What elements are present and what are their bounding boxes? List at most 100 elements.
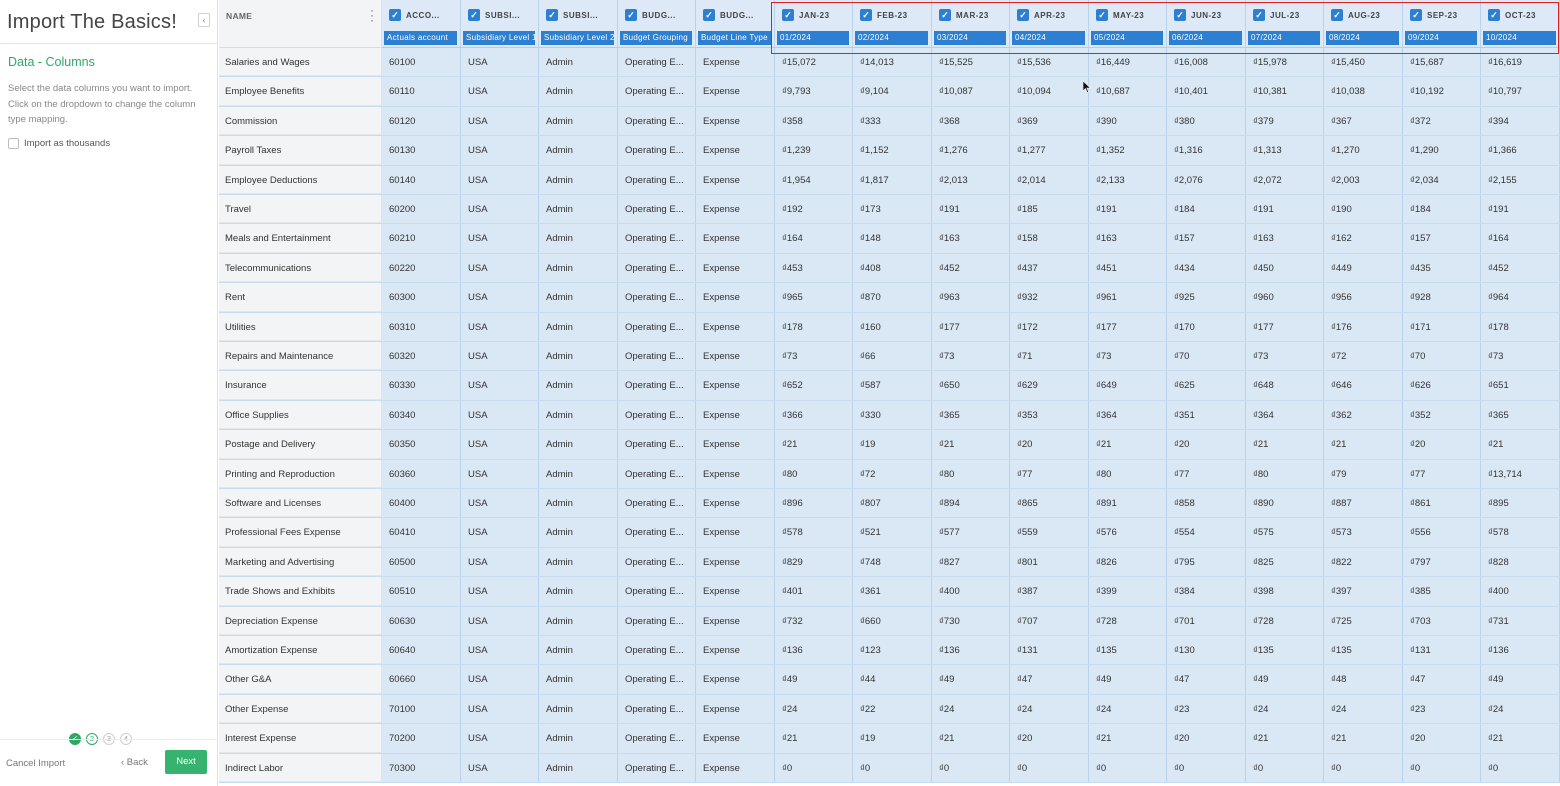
column-header-5[interactable]: ✓ BUDG... Budget Line Type: [696, 0, 775, 48]
column-mapping-select[interactable]: Budget Grouping: [620, 31, 692, 45]
column-header-8[interactable]: ✓ MAR-23 03/2024: [932, 0, 1010, 48]
table-cell: 70300: [382, 753, 461, 782]
table-cell: ₫192: [775, 195, 853, 224]
column-checkbox-icon[interactable]: ✓: [860, 9, 872, 21]
table-cell: ₫366: [775, 400, 853, 430]
column-mapping-select[interactable]: 01/2024: [777, 31, 849, 45]
table-cell: ₫164: [775, 224, 853, 253]
column-header-7[interactable]: ✓ FEB-23 02/2024: [853, 0, 932, 48]
table-row: Repairs and Maintenance 60320 USA Admin Oper…: [219, 342, 1560, 372]
next-button[interactable]: Next: [165, 750, 207, 774]
table-row: Trade Shows and Exhibits 60510 USA Admin Ope…: [219, 577, 1560, 607]
column-mapping-select[interactable]: Budget Line Type: [698, 31, 771, 45]
table-cell: ₫449: [1324, 253, 1403, 283]
column-checkbox-icon[interactable]: ✓: [546, 9, 558, 21]
name-column-header[interactable]: NAME · · ·: [219, 0, 382, 48]
column-checkbox-icon[interactable]: ✓: [1488, 9, 1500, 21]
column-checkbox-icon[interactable]: ✓: [703, 9, 715, 21]
table-cell: ₫330: [853, 400, 932, 430]
column-menu-icon[interactable]: · · ·: [369, 4, 375, 26]
column-label: ACCO...: [406, 11, 440, 20]
column-header-12[interactable]: ✓ JUL-23 07/2024: [1246, 0, 1324, 48]
table-cell: USA: [461, 253, 539, 283]
row-name-cell: Meals and Entertainment: [219, 224, 382, 253]
table-cell: ₫453: [775, 253, 853, 283]
table-cell: 60640: [382, 636, 461, 665]
column-header-11[interactable]: ✓ JUN-23 06/2024: [1167, 0, 1246, 48]
checkbox-icon[interactable]: [8, 138, 19, 149]
table-cell: 60340: [382, 400, 461, 430]
table-cell: ₫21: [775, 430, 853, 459]
column-mapping-select[interactable]: 02/2024: [855, 31, 928, 45]
table-cell: ₫13,714: [1481, 459, 1560, 488]
column-checkbox-icon[interactable]: ✓: [1331, 9, 1343, 21]
column-mapping-select[interactable]: Actuals account: [384, 31, 457, 45]
table-cell: ₫158: [1010, 224, 1089, 253]
table-cell: ₫2,076: [1167, 165, 1246, 194]
column-mapping-select[interactable]: 05/2024: [1091, 31, 1163, 45]
row-name-cell: Insurance: [219, 371, 382, 400]
back-button[interactable]: ‹ Back: [121, 757, 148, 768]
column-header-3[interactable]: ✓ SUBSI... Subsidiary Level 2: [539, 0, 618, 48]
column-mapping-select[interactable]: 07/2024: [1248, 31, 1320, 45]
column-header-13[interactable]: ✓ AUG-23 08/2024: [1324, 0, 1403, 48]
column-mapping-select[interactable]: 09/2024: [1405, 31, 1477, 45]
column-checkbox-icon[interactable]: ✓: [1174, 9, 1186, 21]
column-header-4[interactable]: ✓ BUDG... Budget Grouping: [618, 0, 696, 48]
table-row: Telecommunications 60220 USA Admin Operating…: [219, 253, 1560, 284]
table-cell: ₫10,381: [1246, 77, 1324, 106]
column-checkbox-icon[interactable]: ✓: [1253, 9, 1265, 21]
table-cell: Admin: [539, 547, 618, 577]
table-cell: ₫173: [853, 195, 932, 224]
table-cell: ₫801: [1010, 547, 1089, 577]
table-cell: Operating E...: [618, 283, 696, 312]
column-header-6[interactable]: ✓ JAN-23 01/2024: [775, 0, 853, 48]
table-cell: ₫171: [1403, 312, 1481, 341]
table-cell: USA: [461, 724, 539, 753]
column-checkbox-icon[interactable]: ✓: [939, 9, 951, 21]
column-label: APR-23: [1034, 11, 1066, 20]
table-cell: ₫858: [1167, 489, 1246, 518]
column-header-9[interactable]: ✓ APR-23 04/2024: [1010, 0, 1089, 48]
column-checkbox-icon[interactable]: ✓: [1096, 9, 1108, 21]
table-cell: Expense: [696, 48, 775, 77]
table-cell: ₫372: [1403, 106, 1481, 136]
table-cell: USA: [461, 136, 539, 165]
column-header-15[interactable]: ✓ OCT-23 10/2024: [1481, 0, 1560, 48]
column-mapping-select[interactable]: 06/2024: [1169, 31, 1242, 45]
column-mapping-select[interactable]: 04/2024: [1012, 31, 1085, 45]
column-header-2[interactable]: ✓ SUBSI... Subsidiary Level 1: [461, 0, 539, 48]
column-checkbox-icon[interactable]: ✓: [1017, 9, 1029, 21]
table-cell: ₫80: [1246, 459, 1324, 488]
column-checkbox-icon[interactable]: ✓: [625, 9, 637, 21]
table-cell: ₫72: [853, 459, 932, 488]
column-checkbox-icon[interactable]: ✓: [468, 9, 480, 21]
column-mapping-select[interactable]: Subsidiary Level 2: [541, 31, 614, 45]
column-header-14[interactable]: ✓ SEP-23 09/2024: [1403, 0, 1481, 48]
column-checkbox-icon[interactable]: ✓: [1410, 9, 1422, 21]
table-row: Salaries and Wages 60100 USA Admin Operating…: [219, 48, 1560, 78]
column-header-10[interactable]: ✓ MAY-23 05/2024: [1089, 0, 1167, 48]
table-cell: Admin: [539, 459, 618, 488]
import-thousands-checkbox[interactable]: Import as thousands: [8, 138, 110, 149]
cancel-import-button[interactable]: Cancel Import: [6, 758, 65, 769]
column-header-1[interactable]: ✓ ACCO... Actuals account: [382, 0, 461, 48]
table-cell: ₫829: [775, 547, 853, 577]
row-name-cell: Travel: [219, 195, 382, 224]
column-mapping-select[interactable]: 08/2024: [1326, 31, 1399, 45]
column-checkbox-icon[interactable]: ✓: [389, 9, 401, 21]
table-cell: USA: [461, 459, 539, 488]
row-name-cell: Interest Expense: [219, 724, 382, 753]
column-mapping-select[interactable]: 03/2024: [934, 31, 1006, 45]
table-cell: ₫822: [1324, 547, 1403, 577]
column-label: SUBSI...: [563, 11, 599, 20]
table-cell: ₫162: [1324, 224, 1403, 253]
table-cell: ₫47: [1010, 665, 1089, 694]
table-cell: Expense: [696, 165, 775, 194]
column-checkbox-icon[interactable]: ✓: [782, 9, 794, 21]
column-mapping-select[interactable]: 10/2024: [1483, 31, 1556, 45]
column-mapping-select[interactable]: Subsidiary Level 1: [463, 31, 535, 45]
table-cell: 60400: [382, 489, 461, 518]
collapse-sidebar-button[interactable]: ‹: [198, 13, 210, 27]
name-column-label: NAME: [226, 11, 253, 21]
